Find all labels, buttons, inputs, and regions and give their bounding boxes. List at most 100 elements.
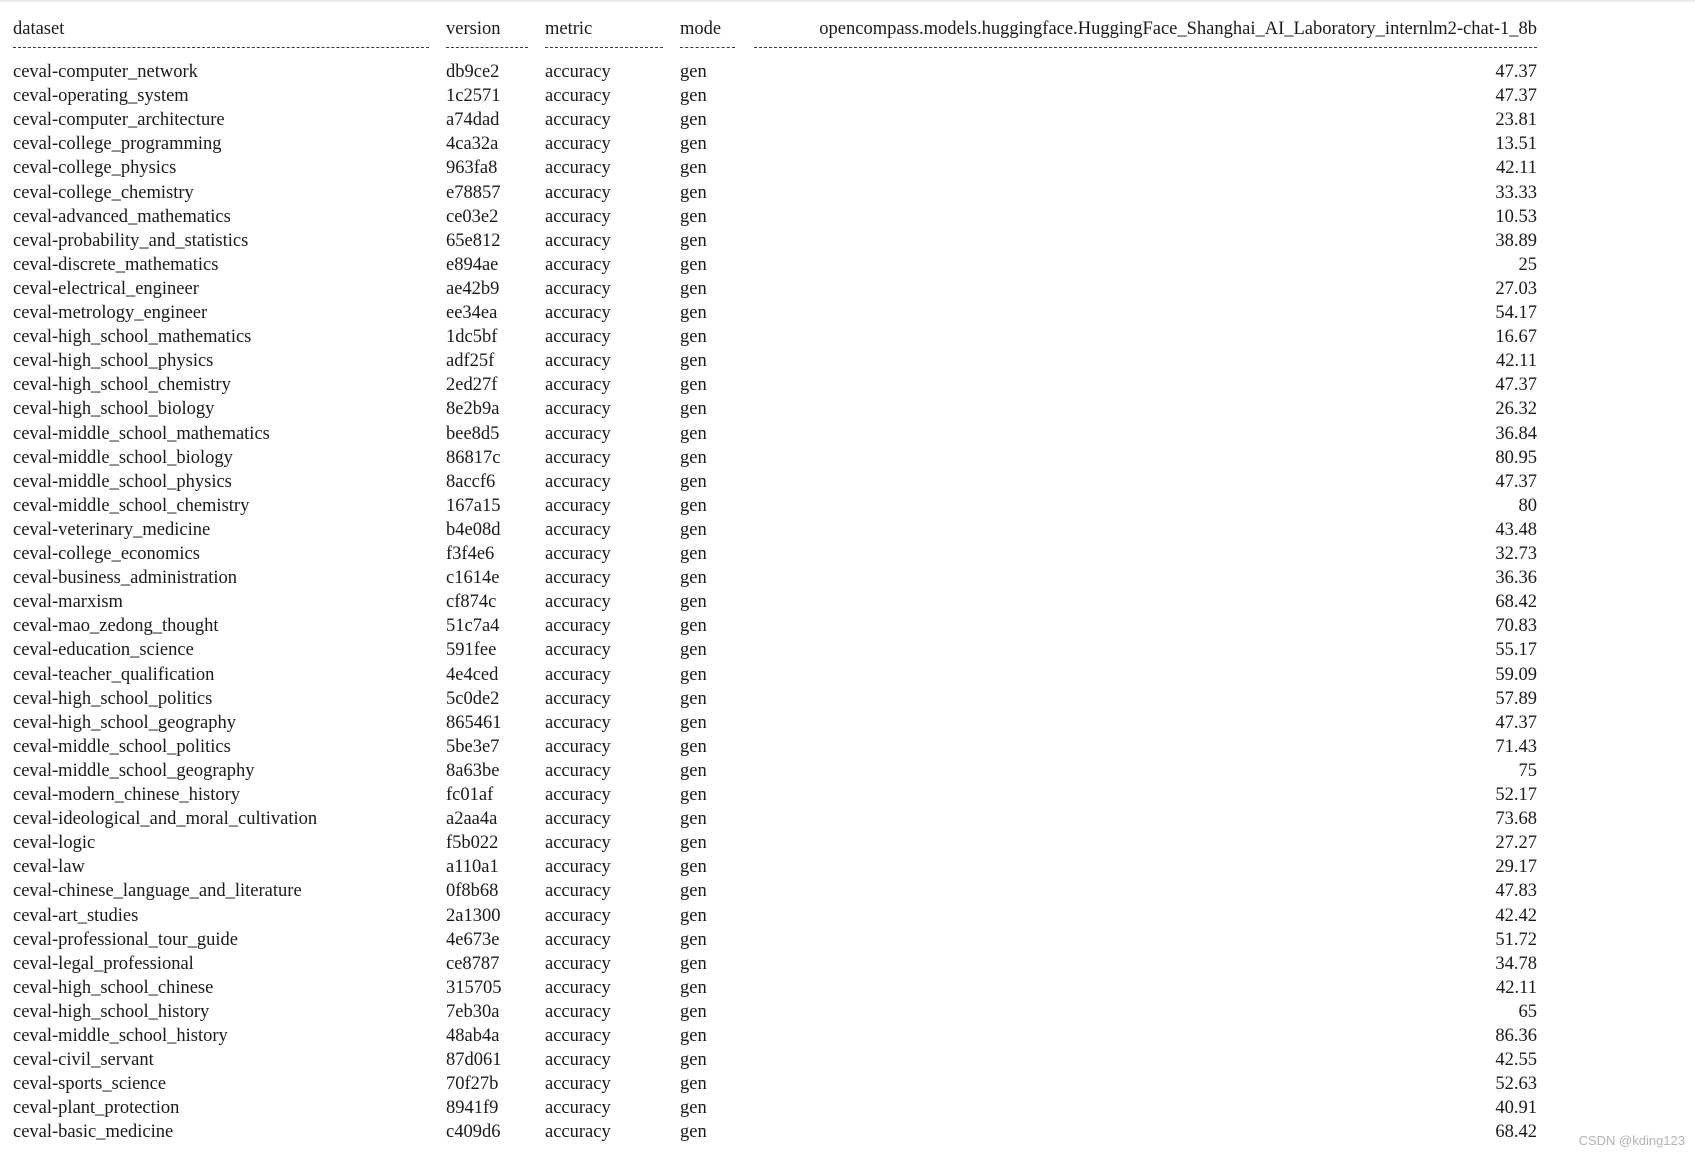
cell-dataset: ceval-professional_tour_guide	[13, 929, 239, 950]
cell-version: ee34ea	[446, 303, 498, 323]
cell-dataset: ceval-college_physics	[13, 158, 177, 179]
cell-version: 48ab4a	[446, 1026, 500, 1046]
cell-version: 2a1300	[446, 905, 501, 926]
header-version: version	[446, 19, 501, 39]
cell-score: 55.17	[1495, 640, 1537, 661]
table-row: ceval-college_programming 4ca32a accuracy g…	[0, 132, 1560, 156]
cell-mode: gen	[680, 712, 707, 733]
cell-metric: accuracy	[545, 809, 611, 830]
cell-version: bee8d5	[446, 423, 500, 444]
cell-score: 27.27	[1495, 833, 1537, 854]
cell-score: 23.81	[1495, 110, 1537, 131]
cell-version: 8a63be	[446, 760, 500, 781]
separator-dataset	[13, 47, 429, 48]
cell-metric: accuracy	[545, 182, 611, 203]
cell-dataset: ceval-middle_school_history	[13, 1026, 228, 1046]
cell-dataset: ceval-metrology_engineer	[13, 303, 208, 323]
cell-metric: accuracy	[545, 929, 611, 950]
table-row: ceval-high_school_biology 8e2b9a accuracy g…	[0, 397, 1560, 421]
cell-dataset: ceval-business_administration	[13, 568, 238, 589]
cell-score: 43.48	[1495, 519, 1537, 540]
cell-score: 86.36	[1495, 1026, 1537, 1046]
cell-version: 0f8b68	[446, 881, 499, 902]
cell-version: 5c0de2	[446, 688, 500, 709]
cell-metric: accuracy	[545, 158, 611, 179]
cell-score: 51.72	[1495, 929, 1537, 950]
cell-version: 8e2b9a	[446, 399, 500, 420]
cell-mode: gen	[680, 640, 707, 661]
cell-score: 47.37	[1495, 375, 1537, 396]
cell-score: 73.68	[1495, 809, 1537, 830]
cell-version: db9ce2	[446, 62, 500, 82]
cell-mode: gen	[680, 905, 707, 926]
header-dataset: dataset	[13, 19, 65, 39]
cell-metric: accuracy	[545, 519, 611, 540]
table-row: ceval-middle_school_physics 8accf6 accurac…	[0, 470, 1560, 494]
cell-dataset: ceval-basic_medicine	[13, 1122, 174, 1143]
cell-dataset: ceval-college_economics	[13, 544, 200, 564]
cell-score: 57.89	[1495, 688, 1537, 709]
cell-mode: gen	[680, 182, 707, 203]
cell-version: c409d6	[446, 1122, 501, 1143]
cell-version: f5b022	[446, 833, 499, 854]
cell-score: 40.91	[1495, 1098, 1537, 1119]
cell-dataset: ceval-legal_professional	[13, 953, 194, 974]
cell-mode: gen	[680, 1026, 707, 1046]
header-separator	[0, 47, 1560, 57]
cell-version: a2aa4a	[446, 809, 498, 830]
cell-score: 47.83	[1495, 881, 1537, 902]
cell-version: 70f27b	[446, 1074, 499, 1095]
cell-metric: accuracy	[545, 230, 611, 251]
cell-metric: accuracy	[545, 1050, 611, 1071]
cell-mode: gen	[680, 254, 707, 275]
cell-dataset: ceval-electrical_engineer	[13, 278, 199, 299]
cell-mode: gen	[680, 953, 707, 974]
cell-metric: accuracy	[545, 399, 611, 420]
cell-metric: accuracy	[545, 1026, 611, 1046]
cell-dataset: ceval-civil_servant	[13, 1050, 154, 1071]
cell-mode: gen	[680, 327, 707, 348]
cell-dataset: ceval-art_studies	[13, 905, 139, 926]
cell-mode: gen	[680, 833, 707, 854]
cell-metric: accuracy	[545, 110, 611, 131]
cell-version: 4ca32a	[446, 134, 499, 155]
cell-version: 51c7a4	[446, 616, 500, 637]
table-row: ceval-college_chemistry e78857 accuracy gen…	[0, 181, 1560, 205]
table-row: ceval-legal_professional ce8787 accuracy ge…	[0, 952, 1560, 976]
cell-version: e894ae	[446, 254, 499, 275]
cell-score: 25	[1518, 254, 1538, 275]
cell-dataset: ceval-high_school_chemistry	[13, 375, 231, 396]
cell-metric: accuracy	[545, 471, 611, 492]
cell-metric: accuracy	[545, 447, 611, 468]
cell-score: 71.43	[1495, 736, 1537, 757]
cell-metric: accuracy	[545, 327, 611, 348]
cell-version: 167a15	[446, 495, 501, 516]
cell-metric: accuracy	[545, 1001, 611, 1022]
cell-metric: accuracy	[545, 712, 611, 733]
cell-mode: gen	[680, 544, 707, 564]
cell-version: 87d061	[446, 1050, 502, 1071]
table-row: ceval-computer_network db9ce2 accuracy gen 4…	[0, 60, 1560, 84]
cell-score: 47.37	[1495, 712, 1537, 733]
table-row: ceval-middle_school_biology 86817c accurac…	[0, 446, 1560, 470]
cell-dataset: ceval-college_programming	[13, 134, 222, 155]
cell-version: 7eb30a	[446, 1001, 500, 1022]
cell-version: ce03e2	[446, 206, 499, 227]
cell-score: 36.84	[1495, 423, 1537, 444]
cell-score: 65	[1518, 1001, 1538, 1022]
table-row: ceval-veterinary_medicine b4e08d accuracy g…	[0, 518, 1560, 542]
cell-score: 75	[1518, 760, 1538, 781]
cell-dataset: ceval-education_science	[13, 640, 194, 661]
cell-mode: gen	[680, 158, 707, 179]
cell-version: 4e673e	[446, 929, 500, 950]
cell-dataset: ceval-veterinary_medicine	[13, 519, 211, 540]
cell-version: f3f4e6	[446, 544, 495, 564]
cell-version: 65e812	[446, 230, 501, 251]
cell-mode: gen	[680, 616, 707, 637]
header-model: opencompass.models.huggingface.HuggingFa…	[819, 19, 1537, 39]
cell-metric: accuracy	[545, 736, 611, 757]
cell-metric: accuracy	[545, 785, 611, 805]
cell-score: 42.55	[1495, 1050, 1537, 1071]
top-border	[0, 0, 1695, 2]
cell-dataset: ceval-chinese_language_and_literature	[13, 881, 302, 902]
